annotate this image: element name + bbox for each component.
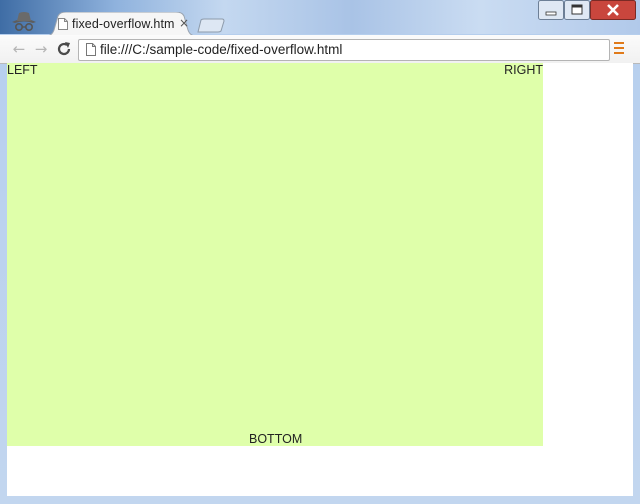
incognito-icon (12, 12, 36, 32)
hamburger-menu-icon[interactable] (614, 42, 626, 56)
label-bottom: BOTTOM (249, 432, 303, 446)
browser-toolbar: ← → file:///C:/sample-code/fixed-overflo… (0, 35, 640, 64)
reload-icon[interactable] (55, 40, 73, 58)
forward-arrow-icon[interactable]: → (32, 40, 50, 58)
tab-close-icon[interactable]: × (179, 16, 189, 30)
label-left: LEFT (7, 63, 38, 77)
page-viewport: LEFT RIGHT BOTTOM (7, 63, 633, 496)
fixed-overflow-box: LEFT RIGHT BOTTOM (7, 63, 543, 446)
address-bar[interactable]: file:///C:/sample-code/fixed-overflow.ht… (78, 39, 610, 61)
tab-title: fixed-overflow.htm (72, 17, 175, 31)
maximize-icon[interactable] (564, 0, 590, 20)
back-arrow-icon[interactable]: ← (10, 40, 28, 58)
label-right: RIGHT (504, 63, 543, 77)
address-bar-url[interactable]: file:///C:/sample-code/fixed-overflow.ht… (100, 42, 342, 57)
new-tab-button[interactable] (196, 18, 226, 33)
tab-fixed-overflow[interactable]: fixed-overflow.htm × (46, 12, 196, 36)
page-icon (86, 43, 96, 56)
close-icon[interactable] (590, 0, 636, 20)
minimize-icon[interactable] (538, 0, 564, 20)
page-icon (58, 18, 68, 30)
browser-window: fixed-overflow.htm × ← → file:///C:/samp… (0, 0, 640, 504)
